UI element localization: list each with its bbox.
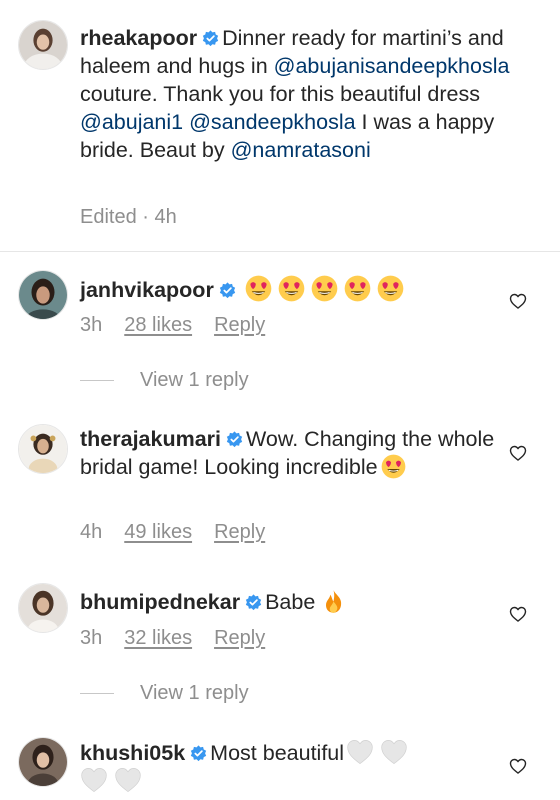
comment-username[interactable]: khushi05k xyxy=(80,741,185,765)
caption-text-part: couture. Thank you for this beautiful dr… xyxy=(80,82,480,106)
mention-link[interactable]: @abujanisandeepkhosla xyxy=(274,54,510,78)
heart-eyes-emoji-icon xyxy=(381,454,406,479)
avatar[interactable] xyxy=(18,737,68,787)
avatar[interactable] xyxy=(18,270,68,320)
like-heart-icon[interactable] xyxy=(508,604,528,624)
comment-time: 3h xyxy=(80,314,103,336)
reply-line xyxy=(80,380,114,381)
likes-link[interactable]: 28 likes xyxy=(124,314,192,337)
view-replies-label: View 1 reply xyxy=(140,369,249,391)
heart-eyes-emoji-icon xyxy=(278,275,305,302)
white-heart-emoji-icon xyxy=(346,739,374,765)
caption-meta: Edited · 4h xyxy=(80,206,177,229)
comment-time: 4h xyxy=(80,521,103,543)
comment-meta: 3h 32 likes Reply xyxy=(80,627,265,650)
comment-text: janhvikapoor xyxy=(80,275,510,304)
caption-text: rheakapoor Dinner ready for martini’s and… xyxy=(80,24,510,164)
view-replies-label: View 1 reply xyxy=(140,682,249,704)
comment-time: 3h xyxy=(80,627,103,649)
reply-button[interactable]: Reply xyxy=(214,521,265,544)
white-heart-emoji-icon xyxy=(380,739,408,765)
verified-badge-icon xyxy=(219,282,236,299)
divider xyxy=(0,251,560,252)
avatar-image xyxy=(19,738,67,786)
likes-link[interactable]: 49 likes xyxy=(124,521,192,544)
view-replies-button[interactable]: View 1 reply xyxy=(80,369,249,392)
reply-line xyxy=(80,693,114,694)
comment-text: bhumipednekar Babe xyxy=(80,588,510,616)
avatar-image xyxy=(19,21,67,69)
avatar[interactable] xyxy=(18,424,68,474)
white-heart-emoji-icon xyxy=(80,767,108,793)
avatar-image xyxy=(19,271,67,319)
comment-username[interactable]: janhvikapoor xyxy=(80,278,214,302)
caption-timestamp: Edited · 4h xyxy=(80,206,177,228)
likes-link[interactable]: 32 likes xyxy=(124,627,192,650)
like-heart-icon[interactable] xyxy=(508,443,528,463)
comment-text: khushi05k Most beautiful xyxy=(80,739,450,795)
avatar[interactable] xyxy=(18,583,68,633)
white-heart-emoji-icon xyxy=(114,767,142,793)
reply-button[interactable]: Reply xyxy=(214,627,265,650)
verified-badge-icon xyxy=(190,745,207,762)
avatar-image xyxy=(19,425,67,473)
verified-badge-icon xyxy=(226,431,243,448)
comment-text: therajakumari Wow. Changing the whole bri… xyxy=(80,425,510,481)
caption-username[interactable]: rheakapoor xyxy=(80,26,197,50)
heart-eyes-emoji-icon xyxy=(311,275,338,302)
heart-eyes-emoji-icon xyxy=(377,275,404,302)
verified-badge-icon xyxy=(245,594,262,611)
comment-message: Babe xyxy=(265,590,316,614)
reply-button[interactable]: Reply xyxy=(214,314,265,337)
mention-link[interactable]: @namratasoni xyxy=(231,138,371,162)
verified-badge-icon xyxy=(202,30,219,47)
like-heart-icon[interactable] xyxy=(508,756,528,776)
comment-meta: 4h 49 likes Reply xyxy=(80,521,265,544)
avatar-image xyxy=(19,584,67,632)
avatar[interactable] xyxy=(18,20,68,70)
like-heart-icon[interactable] xyxy=(508,291,528,311)
mention-link[interactable]: @sandeepkhosla xyxy=(189,110,355,134)
heart-eyes-emoji-icon xyxy=(344,275,371,302)
mention-link[interactable]: @abujani1 xyxy=(80,110,183,134)
view-replies-button[interactable]: View 1 reply xyxy=(80,682,249,705)
comment-message: Most beautiful xyxy=(210,741,345,765)
comment-meta: 3h 28 likes Reply xyxy=(80,314,265,337)
comment-username[interactable]: bhumipednekar xyxy=(80,590,240,614)
comment-username[interactable]: therajakumari xyxy=(80,427,221,451)
heart-eyes-emoji-icon xyxy=(245,275,272,302)
emoji-group xyxy=(245,278,410,302)
fire-emoji-icon xyxy=(321,589,346,614)
